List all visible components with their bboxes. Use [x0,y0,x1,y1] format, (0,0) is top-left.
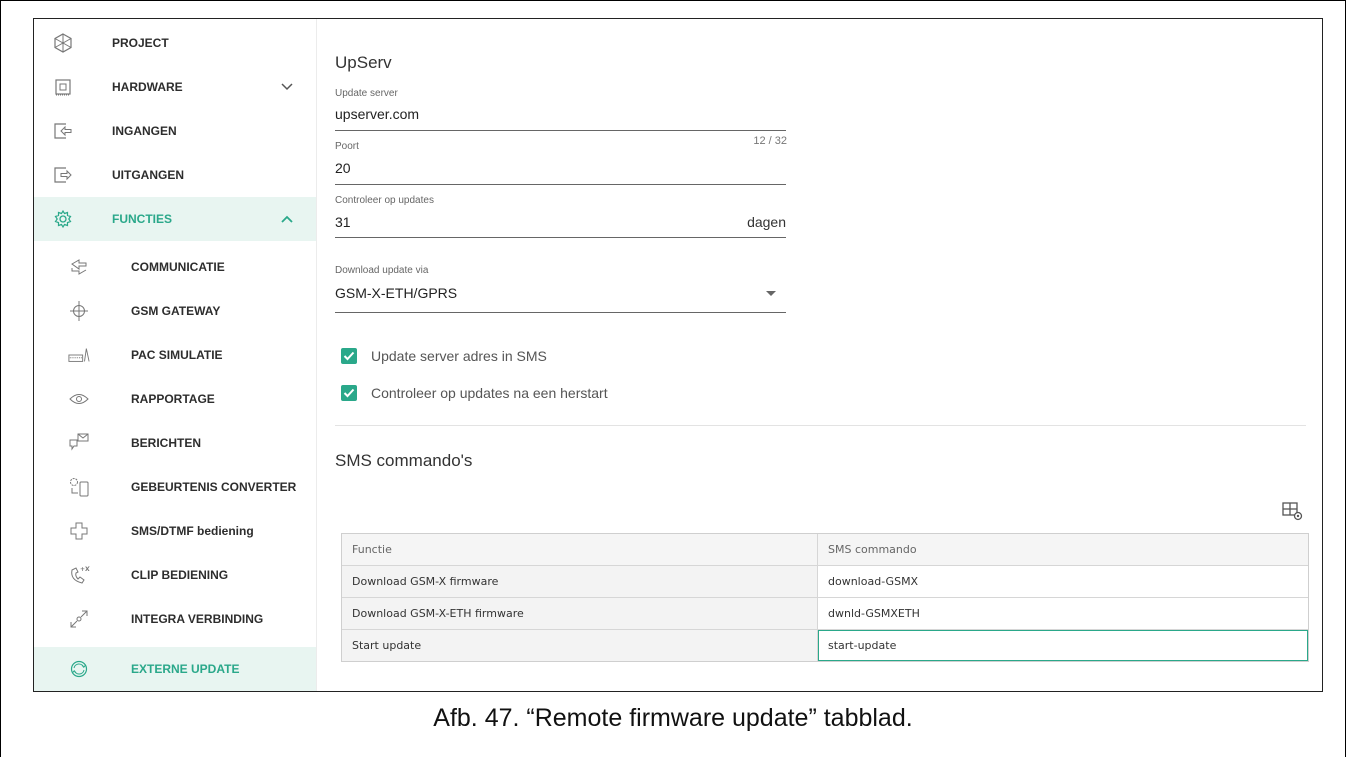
sidebar-item-pac-simulatie[interactable]: PAC SIMULATIE [34,333,316,377]
sidebar-item-clip-bediening[interactable]: +XYZ CLIP BEDIENING [34,553,316,597]
sidebar-item-label: GSM GATEWAY [131,304,221,318]
integra-icon [68,608,90,630]
hardware-icon [52,76,74,98]
check-updates-value[interactable]: 31 [335,214,351,230]
checkbox-checked-icon[interactable] [341,348,357,364]
figure-caption: Afb. 47. “Remote firmware update” tabbla… [433,704,913,732]
checkbox-row-sms-address[interactable]: Update server adres in SMS [341,348,547,364]
sidebar-item-uitgangen[interactable]: UITGANGEN [34,153,316,197]
sidebar-item-berichten[interactable]: BERICHTEN [34,421,316,465]
sidebar-item-functies[interactable]: FUNCTIES [34,197,316,241]
pac-simulation-icon [68,344,90,366]
app-window: PROJECT HARDWARE INGANGEN UITGANGEN FUNC… [33,18,1323,692]
sidebar-item-label: FUNCTIES [112,212,172,226]
sidebar-item-label: RAPPORTAGE [131,392,215,406]
check-updates-unit: dagen [747,214,786,230]
port-label: Poort [335,141,359,152]
sidebar-item-label: EXTERNE UPDATE [131,662,240,676]
check-updates-field[interactable]: Controleer op updates 31 dagen [335,193,786,238]
sidebar-item-integra-verbinding[interactable]: INTEGRA VERBINDING [34,597,316,641]
sidebar-item-sms-dtmf[interactable]: SMS/DTMF bediening [34,509,316,553]
svg-text:+XYZ: +XYZ [80,566,90,573]
sidebar-item-rapportage[interactable]: RAPPORTAGE [34,377,316,421]
dropdown-arrow-icon[interactable] [766,291,776,296]
table-settings-icon[interactable] [1282,502,1304,522]
checkbox-row-check-after-restart[interactable]: Controleer op updates na een herstart [341,385,608,401]
sidebar-item-externe-update[interactable]: EXTERNE UPDATE [34,647,316,691]
sidebar-item-communicatie[interactable]: COMMUNICATIE [34,245,316,289]
table-row: Download GSM-X-ETH firmware dwnld-GSMXET… [342,598,1308,630]
download-via-value[interactable]: GSM-X-ETH/GPRS [335,285,457,301]
sidebar-item-label: COMMUNICATIE [131,260,225,274]
sms-commands-table: Functie SMS commando Download GSM-X firm… [341,533,1309,662]
sidebar-item-label: CLIP BEDIENING [131,568,229,582]
download-via-label: Download update via [335,265,429,276]
sms-dtmf-icon [68,520,90,542]
sidebar-item-gebeurtenis-converter[interactable]: GEBEURTENIS CONVERTER [34,465,316,509]
checkbox-label: Controleer op updates na een herstart [371,385,608,401]
checkbox-label: Update server adres in SMS [371,348,547,364]
sidebar-item-label: BERICHTEN [131,436,202,450]
main-content: UpServ Update server upserver.com 12 / 3… [317,19,1322,691]
column-header-functie[interactable]: Functie [342,534,818,565]
table-header-row: Functie SMS commando [342,534,1308,566]
checkbox-checked-icon[interactable] [341,385,357,401]
download-via-select[interactable]: Download update via GSM-X-ETH/GPRS [335,261,786,313]
table-cell-function: Download GSM-X-ETH firmware [342,598,818,629]
eye-icon [68,388,90,410]
port-field[interactable]: Poort 20 [335,139,786,185]
column-header-sms-commando[interactable]: SMS commando [817,534,1308,565]
sidebar-item-gsm-gateway[interactable]: GSM GATEWAY [34,289,316,333]
table-cell-command[interactable]: start-update [818,630,1308,661]
update-server-field[interactable]: Update server upserver.com [335,85,786,131]
sidebar-item-hardware[interactable]: HARDWARE [34,65,316,109]
sidebar-item-label: PROJECT [112,36,169,50]
table-cell-command[interactable]: dwnld-GSMXETH [818,598,1308,629]
sidebar-item-label: INGANGEN [112,124,177,138]
sidebar-item-label: PAC SIMULATIE [131,348,223,362]
refresh-icon [68,658,90,680]
sidebar-item-ingangen[interactable]: INGANGEN [34,109,316,153]
sidebar-item-label: INTEGRA VERBINDING [131,612,264,626]
section-divider [335,425,1306,426]
table-row: Download GSM-X firmware download-GSMX [342,566,1308,598]
communication-icon [68,256,90,278]
sidebar-item-project[interactable]: PROJECT [34,21,316,65]
gear-icon [52,208,74,230]
sidebar-item-label: UITGANGEN [112,168,184,182]
table-cell-function: Start update [342,630,818,661]
project-icon [52,32,74,54]
update-server-label: Update server [335,88,398,99]
sidebar: PROJECT HARDWARE INGANGEN UITGANGEN FUNC… [34,19,317,691]
port-value[interactable]: 20 [335,160,351,176]
messages-icon [68,432,90,454]
output-icon [52,164,74,186]
input-icon [52,120,74,142]
sidebar-item-label: GEBEURTENIS CONVERTER [131,480,297,494]
chevron-up-icon[interactable] [280,212,294,226]
section-title-upserv: UpServ [335,53,392,72]
event-converter-icon [68,476,90,498]
gsm-gateway-icon [68,300,90,322]
table-cell-function: Download GSM-X firmware [342,566,818,597]
sidebar-item-label: HARDWARE [112,80,183,94]
update-server-value[interactable]: upserver.com [335,106,419,122]
clip-icon: +XYZ [68,564,90,586]
table-row: Start update start-update [342,630,1308,661]
section-title-sms-commands: SMS commando's [335,451,473,470]
table-cell-command[interactable]: download-GSMX [818,566,1308,597]
check-updates-label: Controleer op updates [335,195,434,206]
chevron-down-icon[interactable] [280,80,294,94]
sidebar-item-label: SMS/DTMF bediening [131,524,254,538]
